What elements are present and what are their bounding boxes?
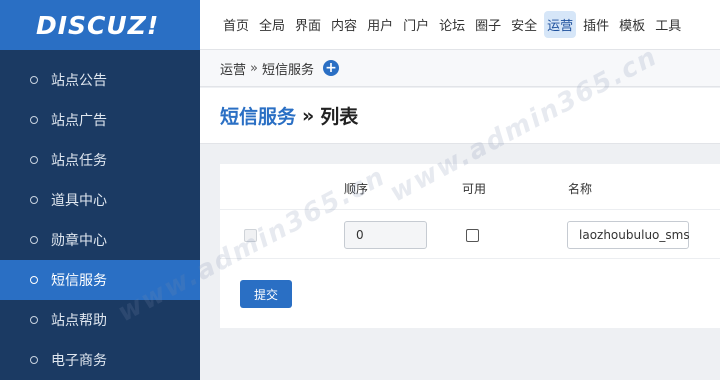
sidebar-item-announcement[interactable]: 站点公告	[0, 60, 200, 100]
top-nav-plugins[interactable]: 插件	[580, 11, 612, 38]
breadcrumb: 运营 » 短信服务 +	[200, 50, 720, 87]
top-nav-home[interactable]: 首页	[220, 11, 252, 38]
logo[interactable]: DISCUZ!	[0, 0, 200, 50]
sidebar: DISCUZ! 站点公告 站点广告 站点任务 道具中心 勋章中心 短信服务 站点…	[0, 0, 200, 380]
sidebar-nav: 站点公告 站点广告 站点任务 道具中心 勋章中心 短信服务 站点帮助 电子商务	[0, 50, 200, 380]
sidebar-item-medals[interactable]: 勋章中心	[0, 220, 200, 260]
logo-text: DISCUZ!	[36, 10, 160, 40]
enabled-checkbox[interactable]	[466, 229, 479, 242]
page-title-sub: 列表	[320, 106, 359, 128]
table-header: 顺序 可用 名称	[220, 164, 720, 210]
sidebar-item-label: 站点帮助	[51, 313, 107, 329]
circle-icon	[30, 356, 38, 364]
sidebar-item-ecommerce[interactable]: 电子商务	[0, 340, 200, 380]
table-row: 0 laozhoubuluo_sms	[220, 211, 720, 259]
circle-icon	[30, 156, 38, 164]
sidebar-item-label: 站点任务	[51, 153, 107, 169]
top-nav-templates[interactable]: 模板	[616, 11, 648, 38]
top-nav-global[interactable]: 全局	[256, 11, 288, 38]
sidebar-item-ads[interactable]: 站点广告	[0, 100, 200, 140]
circle-icon	[30, 116, 38, 124]
breadcrumb-parent[interactable]: 运营	[220, 59, 246, 78]
breadcrumb-current: 短信服务	[261, 62, 314, 78]
sidebar-item-label: 道具中心	[51, 193, 107, 209]
top-nav-users[interactable]: 用户	[364, 11, 396, 38]
top-nav-operations[interactable]: 运营	[544, 11, 577, 38]
top-nav-forum[interactable]: 论坛	[436, 11, 468, 38]
sidebar-item-help[interactable]: 站点帮助	[0, 300, 200, 340]
top-nav-security[interactable]: 安全	[508, 11, 540, 38]
sidebar-item-label: 站点广告	[51, 113, 107, 129]
sidebar-item-sms[interactable]: 短信服务	[0, 260, 200, 300]
header-enabled: 可用	[462, 182, 487, 196]
circle-icon	[30, 316, 38, 324]
sidebar-item-props[interactable]: 道具中心	[0, 180, 200, 220]
circle-icon	[30, 196, 38, 204]
top-nav-interface[interactable]: 界面	[292, 11, 324, 38]
top-nav-tools[interactable]: 工具	[652, 11, 684, 38]
top-nav: 首页 全局 界面 内容 用户 门户 论坛 圈子 安全 运营 插件 模板 工具	[200, 0, 720, 50]
header-name: 名称	[568, 182, 593, 196]
name-input[interactable]: laozhoubuluo_sms	[567, 221, 690, 249]
sidebar-item-label: 站点公告	[51, 73, 107, 89]
breadcrumb-separator: »	[250, 60, 258, 76]
circle-icon	[30, 236, 38, 244]
plus-icon[interactable]: +	[323, 60, 339, 76]
page-title-section[interactable]: 短信服务	[220, 102, 296, 129]
sidebar-item-label: 短信服务	[51, 273, 107, 289]
header-order: 顺序	[344, 182, 369, 196]
order-input[interactable]: 0	[344, 221, 427, 249]
page-title-separator: »	[302, 104, 315, 127]
top-nav-groups[interactable]: 圈子	[472, 11, 504, 38]
sidebar-item-label: 电子商务	[51, 353, 107, 369]
submit-button[interactable]: 提交	[240, 280, 292, 308]
sidebar-item-tasks[interactable]: 站点任务	[0, 140, 200, 180]
top-nav-portal[interactable]: 门户	[400, 11, 432, 38]
circle-icon	[30, 276, 38, 284]
content-panel: 顺序 可用 名称 0 laozhoubuluo_sms 提交	[220, 164, 720, 328]
circle-icon	[30, 76, 38, 84]
top-nav-content[interactable]: 内容	[328, 11, 360, 38]
page-title: 短信服务 » 列表	[200, 88, 720, 144]
row-select-checkbox[interactable]	[244, 229, 257, 242]
sidebar-item-label: 勋章中心	[51, 233, 107, 249]
